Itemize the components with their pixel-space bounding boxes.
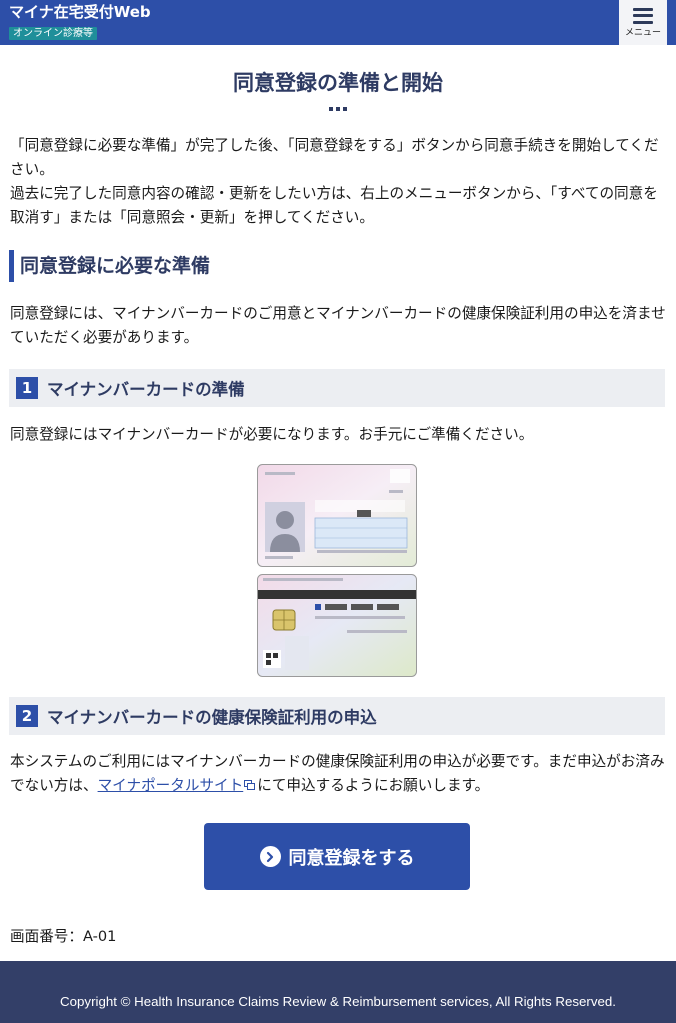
app-header: マイナ在宅受付Web オンライン診療等 メニュー [0, 0, 676, 45]
external-link-icon [244, 780, 256, 790]
step-2-text-after: にて申込するようにお願いします。 [257, 777, 490, 794]
copyright-text: Copyright © Health Insurance Claims Revi… [60, 994, 616, 1009]
screen-number: 画面番号：A-01 [10, 928, 117, 945]
step-2-text: 本システムのご利用にはマイナンバーカードの健康保険証利用の申込が必要です。まだ申… [10, 750, 670, 798]
app-title[interactable]: マイナ在宅受付Web [9, 3, 151, 21]
step-2-heading: 2 マイナンバーカードの健康保険証利用の申込 [9, 697, 665, 735]
hamburger-menu-icon [633, 7, 653, 24]
section-description: 同意登録には、マイナンバーカードのご用意とマイナンバーカードの健康保険証利用の申… [10, 305, 666, 346]
menu-label: メニュー [624, 27, 661, 38]
my-number-card-illustration [257, 464, 417, 677]
step-1-text: 同意登録にはマイナンバーカードが必要になります。お手元にご準備ください。 [10, 426, 534, 443]
step-1-number: 1 [16, 377, 38, 399]
app-subtitle-badge: オンライン診療等 [9, 27, 97, 40]
brand[interactable]: マイナ在宅受付Web オンライン診療等 [9, 3, 151, 40]
title-divider [329, 107, 347, 113]
intro-line-2: 過去に完了した同意内容の確認・更新をしたい方は、右上のメニューボタンから、「すべ… [10, 185, 658, 226]
step-2-title: マイナンバーカードの健康保険証利用の申込 [47, 708, 377, 727]
myna-portal-link[interactable]: マイナポータルサイト [98, 777, 244, 794]
step-1-title: マイナンバーカードの準備 [47, 380, 245, 399]
footer: Copyright © Health Insurance Claims Revi… [0, 961, 676, 1023]
page-title: 同意登録の準備と開始 [233, 71, 443, 95]
intro-text: 「同意登録に必要な準備」が完了した後、「同意登録をする」ボタンから同意手続きを開… [10, 134, 670, 230]
menu-button[interactable]: メニュー [619, 0, 667, 45]
chevron-right-circle-icon [259, 846, 281, 867]
step-1-heading: 1 マイナンバーカードの準備 [9, 369, 665, 407]
consent-registration-button[interactable]: 同意登録をする [204, 823, 470, 890]
step-2-number: 2 [16, 705, 38, 727]
consent-registration-label: 同意登録をする [288, 847, 415, 869]
intro-line-1: 「同意登録に必要な準備」が完了した後、「同意登録をする」ボタンから同意手続きを開… [10, 137, 659, 178]
section-heading: 同意登録に必要な準備 [9, 250, 210, 282]
